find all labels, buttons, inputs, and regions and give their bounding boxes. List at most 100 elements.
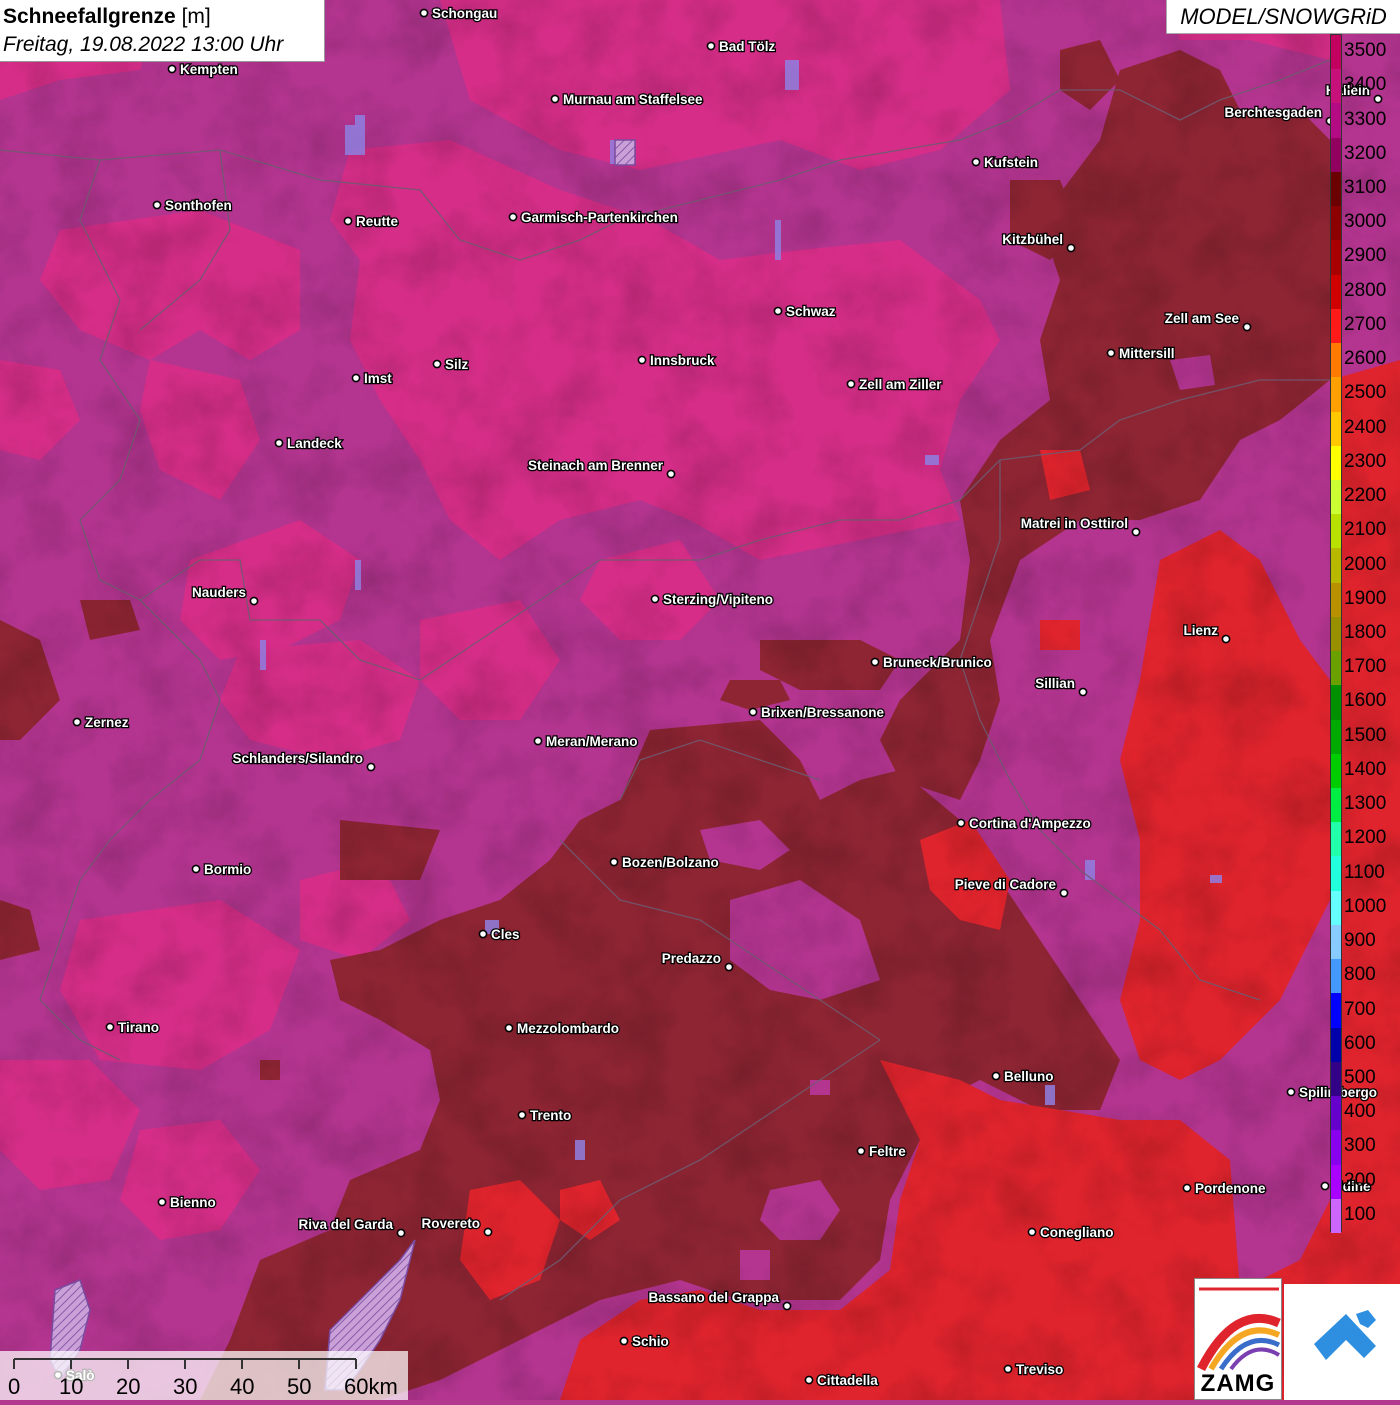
legend-swatch	[1331, 1096, 1341, 1131]
legend-swatch	[1331, 206, 1341, 241]
city-dot	[1027, 1227, 1037, 1237]
legend-swatch	[1331, 171, 1341, 207]
city-dot	[419, 8, 429, 18]
city-dot	[991, 1071, 1001, 1081]
legend-swatch	[1331, 959, 1341, 994]
city-marker: Cortina d'Ampezzo	[956, 815, 1092, 832]
city-dot	[105, 1022, 115, 1032]
legend-label: 2000	[1344, 553, 1387, 575]
city-dot	[619, 1336, 629, 1346]
color-legend-bar	[1330, 34, 1342, 1234]
scale-label: 30	[173, 1374, 198, 1399]
city-label: Schongau	[432, 6, 497, 21]
zamg-logo-text: ZAMG	[1200, 1370, 1276, 1397]
map-subtitle: Freitag, 19.08.2022 13:00 Uhr	[3, 33, 284, 56]
city-dot	[72, 717, 82, 727]
city-label: Brixen/Bressanone	[761, 705, 885, 720]
city-label: Innsbruck	[650, 353, 715, 368]
city-label: Bruneck/Brunico	[883, 655, 992, 670]
legend-label: 600	[1344, 1032, 1376, 1054]
city-dot	[191, 864, 201, 874]
city-dot	[432, 359, 442, 369]
city-dot	[773, 306, 783, 316]
snowfall-map[interactable]: Schongau Bad Tölz Kempten Murnau am Staffel…	[0, 0, 1400, 1400]
legend-swatch	[1331, 856, 1341, 892]
city-label: Conegliano	[1040, 1225, 1114, 1240]
city-dot	[157, 1197, 167, 1207]
snowgrid-logo	[1284, 1284, 1400, 1400]
legend-swatch	[1331, 377, 1341, 412]
map-title: Schneefallgrenze [m]	[3, 3, 324, 31]
city-marker: Conegliano	[1027, 1224, 1115, 1241]
city-dot	[478, 929, 488, 939]
legend-label: 1200	[1344, 827, 1387, 849]
city-label: Sillian	[1035, 676, 1075, 691]
city-dot	[343, 216, 353, 226]
city-label: Schlanders/Silandro	[232, 751, 363, 766]
city-label: Zernez	[85, 715, 129, 730]
legend-swatch	[1331, 753, 1341, 789]
city-dot	[870, 657, 880, 667]
city-label: Schwaz	[786, 304, 836, 319]
legend-swatch	[1331, 1198, 1341, 1234]
city-label: Schio	[632, 1334, 669, 1349]
city-dot	[1131, 527, 1141, 537]
city-label: Steinach am Brenner	[528, 458, 664, 473]
legend-swatch	[1331, 685, 1341, 721]
city-label: Landeck	[287, 436, 342, 451]
city-label: Reutte	[356, 214, 398, 229]
legend-label: 2700	[1344, 313, 1387, 335]
legend-swatch	[1331, 479, 1341, 515]
city-label: Murnau am Staffelsee	[563, 92, 703, 107]
legend-swatch	[1331, 514, 1341, 549]
city-dot	[1242, 322, 1252, 332]
city-label: Zell am Ziller	[859, 377, 942, 392]
legend-label: 100	[1344, 1203, 1376, 1225]
legend-swatch	[1331, 343, 1341, 378]
city-label: Riva del Garda	[298, 1217, 393, 1232]
legend-label: 2200	[1344, 485, 1387, 507]
city-label: Bienno	[170, 1195, 216, 1210]
map-title-unit: [m]	[175, 5, 211, 28]
city-label: Sonthofen	[165, 198, 232, 213]
city-label: Feltre	[869, 1144, 906, 1159]
city-label: Belluno	[1004, 1069, 1054, 1084]
city-dot	[666, 469, 676, 479]
city-label: Trento	[530, 1108, 571, 1123]
city-dot	[517, 1110, 527, 1120]
city-dot	[1003, 1364, 1013, 1374]
legend-swatch	[1331, 719, 1341, 755]
legend-label: 200	[1344, 1169, 1376, 1191]
legend-swatch	[1331, 651, 1341, 686]
city-dot	[609, 857, 619, 867]
legend-label: 400	[1344, 1101, 1376, 1123]
city-marker: Meran/Merano	[533, 733, 639, 750]
legend-label: 1400	[1344, 758, 1387, 780]
legend-swatch	[1331, 1130, 1341, 1166]
city-dot	[1286, 1087, 1296, 1097]
legend-label: 3000	[1344, 211, 1387, 233]
zamg-rainbow-icon	[1197, 1287, 1281, 1372]
scale-label: 50	[287, 1374, 312, 1399]
legend-swatch	[1331, 35, 1341, 70]
legend-label: 3500	[1344, 40, 1387, 62]
city-label: Treviso	[1016, 1362, 1063, 1377]
city-dot	[1221, 634, 1231, 644]
legend-label: 1500	[1344, 724, 1387, 746]
city-label: Rovereto	[421, 1216, 480, 1231]
city-marker: Cittadella	[804, 1372, 880, 1389]
city-marker: Bozen/Bolzano	[609, 854, 720, 871]
legend-label: 2300	[1344, 450, 1387, 472]
city-dot	[856, 1146, 866, 1156]
legend-swatch	[1331, 890, 1341, 926]
city-marker: Pordenone	[1182, 1180, 1267, 1197]
city-dot	[804, 1375, 814, 1385]
city-label: Nauders	[192, 585, 246, 600]
city-marker: Zell am Ziller	[846, 376, 944, 393]
city-dot	[167, 64, 177, 74]
legend-swatch	[1331, 548, 1341, 584]
legend-swatch	[1331, 582, 1341, 618]
city-dot	[846, 379, 856, 389]
city-label: Tirano	[118, 1020, 159, 1035]
city-label: Kufstein	[984, 155, 1038, 170]
